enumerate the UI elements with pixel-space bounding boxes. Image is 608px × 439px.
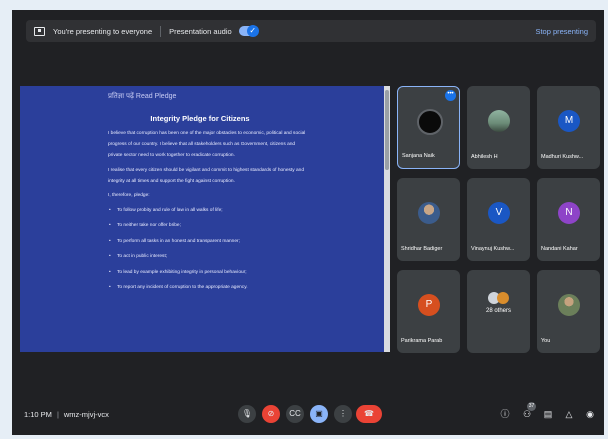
camera-off-icon[interactable]: ⊘ <box>262 405 280 423</box>
meeting-info: 1:10 PM | wmz-mjvj-vcx <box>24 410 109 419</box>
banner-divider <box>160 25 162 37</box>
pledge-item: To act in public interest; <box>108 251 308 262</box>
participant-name: Madhuri Kushw... <box>541 154 584 160</box>
presenting-status-text: You're presenting to everyone <box>53 26 153 36</box>
chat-icon[interactable]: ▤ <box>541 407 555 421</box>
pledge-item: To follow probity and rule of law in all… <box>108 205 308 216</box>
meeting-time: 1:10 PM <box>24 410 52 419</box>
user-avatar-icon: M <box>558 110 580 132</box>
presenting-banner: You're presenting to everyone Presentati… <box>26 20 596 42</box>
participant-tile[interactable]: P Parikrama Parab <box>397 270 460 353</box>
participant-tile[interactable]: M Madhuri Kushw... <box>537 86 600 169</box>
participant-tile-self[interactable]: You <box>537 270 600 353</box>
info-icon[interactable]: ⓘ <box>498 407 512 421</box>
participant-tile[interactable]: N Nandani Kahar <box>537 178 600 261</box>
others-count-label: 28 others <box>485 308 512 314</box>
participant-name: Nandani Kahar <box>541 246 578 252</box>
slide-paragraph: I realise that every citizen should be v… <box>108 167 304 184</box>
pledge-list: To follow probity and rule of law in all… <box>108 205 308 294</box>
participant-name: Vinaynuj Kushw... <box>471 246 515 252</box>
slide-scrollbar[interactable] <box>384 86 390 352</box>
others-tile[interactable]: 28 others <box>467 270 530 353</box>
participant-tile[interactable]: Shridhar Badiger <box>397 178 460 261</box>
captions-icon[interactable]: CC <box>286 405 304 423</box>
user-avatar-icon: V <box>488 202 510 224</box>
meeting-info-divider: | <box>56 410 59 419</box>
bottom-control-bar: 1:10 PM | wmz-mjvj-vcx 🎙 ⊘ CC ▣ ⋮ ☎ ⓘ ⚇ 37 … <box>12 402 604 428</box>
stop-presenting-button[interactable]: Stop presenting <box>535 27 588 36</box>
participant-tile[interactable]: V Vinaynuj Kushw... <box>467 178 530 261</box>
more-options-icon[interactable]: ⋮ <box>334 405 352 423</box>
host-controls-icon[interactable]: ◉ <box>583 407 597 421</box>
pledge-item: To lead by example exhibiting integrity … <box>108 267 308 278</box>
participant-name: Sanjana Naik <box>402 153 435 159</box>
slide-paragraph: I, therefore, pledge: <box>108 193 150 198</box>
present-screen-icon[interactable]: ▣ <box>310 405 328 423</box>
participant-name: You <box>541 338 551 344</box>
meeting-code: wmz-mjvj-vcx <box>63 410 109 419</box>
present-screen-icon <box>34 26 45 36</box>
user-photo-icon <box>488 110 510 132</box>
presentation-audio-toggle[interactable] <box>238 25 259 37</box>
user-avatar-icon: N <box>558 202 580 224</box>
people-icon[interactable]: ⚇ 37 <box>520 402 536 421</box>
slide-body: I believe that corruption has been one o… <box>108 128 308 298</box>
others-avatars-icon <box>486 292 512 306</box>
participant-tile[interactable]: ••• Sanjana Naik <box>397 86 460 169</box>
pledge-item: To report any incident of corruption to … <box>108 282 308 293</box>
user-photo-icon <box>418 202 440 224</box>
slide-paragraph: I believe that corruption has been one o… <box>108 131 306 158</box>
participant-name: Parikrama Parab <box>401 338 443 344</box>
presentation-audio-label: Presentation audio <box>169 26 232 36</box>
activities-icon[interactable]: △ <box>562 407 576 421</box>
more-options-icon[interactable]: ••• <box>445 90 456 101</box>
mic-icon[interactable]: 🎙 <box>238 405 256 423</box>
pledge-item: To neither take nor offer bribe; <box>108 220 308 231</box>
user-photo-icon <box>558 294 580 316</box>
participant-tile[interactable]: Abhilesh H <box>467 86 530 169</box>
pledge-item: To perform all tasks in an honest and tr… <box>108 236 308 247</box>
participant-name: Abhilesh H <box>471 154 498 160</box>
participant-name: Shridhar Badiger <box>401 246 443 252</box>
meet-window: You're presenting to everyone Presentati… <box>12 10 604 435</box>
shared-presentation: प्रतिज्ञा पढ़ें Read Pledge Integrity Pl… <box>20 86 390 352</box>
people-count-badge: 37 <box>527 402 536 411</box>
slide-header: प्रतिज्ञा पढ़ें Read Pledge <box>108 93 177 100</box>
hangup-icon[interactable]: ☎ <box>356 405 382 423</box>
user-avatar-icon: P <box>418 294 440 316</box>
slide-title: Integrity Pledge for Citizens <box>150 114 250 123</box>
user-photo-icon <box>417 109 443 135</box>
